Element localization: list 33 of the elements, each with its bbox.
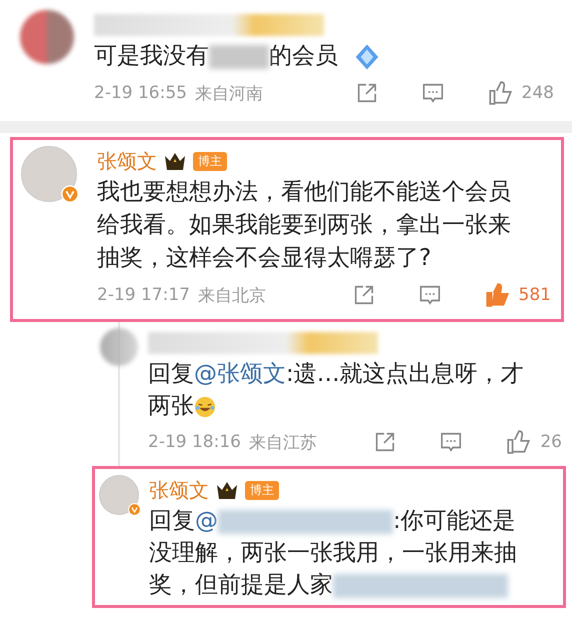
like-button[interactable]: 248 (488, 80, 554, 106)
like-button[interactable]: 581 (484, 282, 551, 308)
username[interactable]: 张颂文 (149, 476, 209, 504)
comment-text: 可是我没有 的会员 (94, 40, 519, 73)
avatar[interactable] (100, 328, 138, 366)
avatar[interactable] (20, 10, 74, 64)
comment-time: 2-19 17:17 (97, 285, 190, 305)
avatar[interactable] (99, 475, 139, 515)
mention-link[interactable]: @张颂文 (194, 361, 286, 387)
thumb-up-icon (484, 282, 511, 308)
comment-icon[interactable] (440, 431, 462, 453)
blogger-tag: 博主 (193, 152, 227, 170)
thumb-up-icon (488, 80, 514, 106)
comment-text: 我也要想想办法，看他们能不能送个会员给我看。如果我能要到两张，拿出一张来抽奖，这样会不会显得太嘚瑟了? (97, 178, 512, 273)
comment-icon[interactable] (422, 82, 444, 104)
comment-text: 回复@张颂文:遗…就这点出息呀，才两张 (148, 360, 525, 421)
share-icon[interactable] (352, 284, 375, 306)
comment-text: 回复@ :你可能还是没理解，两张一张我用，一张用来抽奖，但前提是人家 (149, 507, 518, 600)
comment-location: 来自江苏 (248, 432, 318, 454)
share-icon[interactable] (374, 431, 396, 453)
share-icon[interactable] (356, 82, 378, 104)
thumb-up-icon (506, 429, 532, 455)
blogger-tag: 博主 (245, 480, 279, 500)
comment-location: 来自北京 (198, 284, 267, 306)
blurred-text (209, 44, 269, 69)
username[interactable]: 张颂文 (97, 148, 157, 174)
like-button[interactable]: 26 (506, 429, 562, 455)
laughing-emoji-icon (194, 396, 216, 418)
comment-location: 来自河南 (194, 82, 264, 104)
comment-time: 2-19 18:16 (148, 432, 241, 452)
comment-time: 2-19 16:55 (94, 83, 187, 103)
comment-icon[interactable] (418, 284, 441, 306)
mention-link[interactable]: @ (195, 508, 218, 534)
